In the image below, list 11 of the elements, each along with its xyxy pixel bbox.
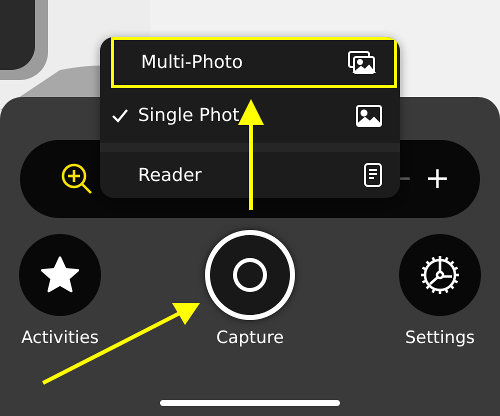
circle-icon <box>232 257 268 293</box>
menu-item[interactable]: Multi-Photo <box>111 37 397 88</box>
photo-icon <box>356 104 382 126</box>
photos-icon <box>348 50 376 74</box>
menu-item[interactable]: Reader <box>100 143 400 198</box>
checkmark-icon <box>112 108 128 122</box>
star-icon <box>40 256 80 294</box>
menu-item[interactable]: Single Phot <box>100 88 400 143</box>
gear-icon <box>419 254 461 296</box>
zoom-in-button[interactable]: + <box>418 164 456 194</box>
document-icon <box>364 163 382 187</box>
